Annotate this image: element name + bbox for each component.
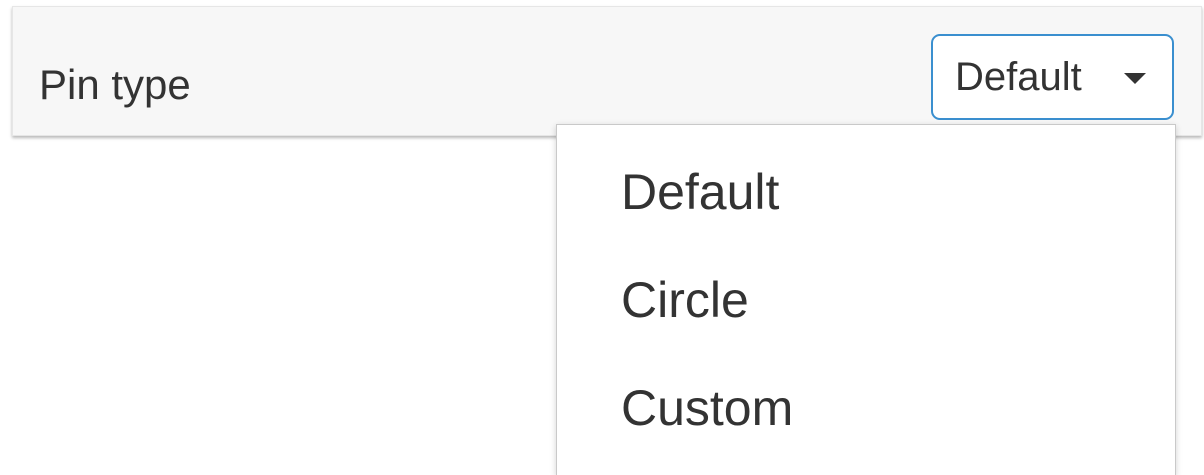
pin-type-setting-row: Pin type Default (12, 6, 1202, 136)
pin-type-dropdown-menu: Default Circle Custom (556, 124, 1176, 475)
pin-type-selected-value: Default (955, 55, 1082, 99)
option-label: Default (621, 164, 780, 220)
option-circle[interactable]: Circle (557, 233, 1175, 341)
option-label: Circle (621, 272, 749, 328)
option-label: Custom (621, 380, 794, 436)
option-custom[interactable]: Custom (557, 341, 1175, 449)
option-default[interactable]: Default (557, 125, 1175, 233)
chevron-down-icon (1124, 73, 1146, 84)
pin-type-label: Pin type (39, 61, 191, 108)
pin-type-select[interactable]: Default (931, 34, 1174, 120)
